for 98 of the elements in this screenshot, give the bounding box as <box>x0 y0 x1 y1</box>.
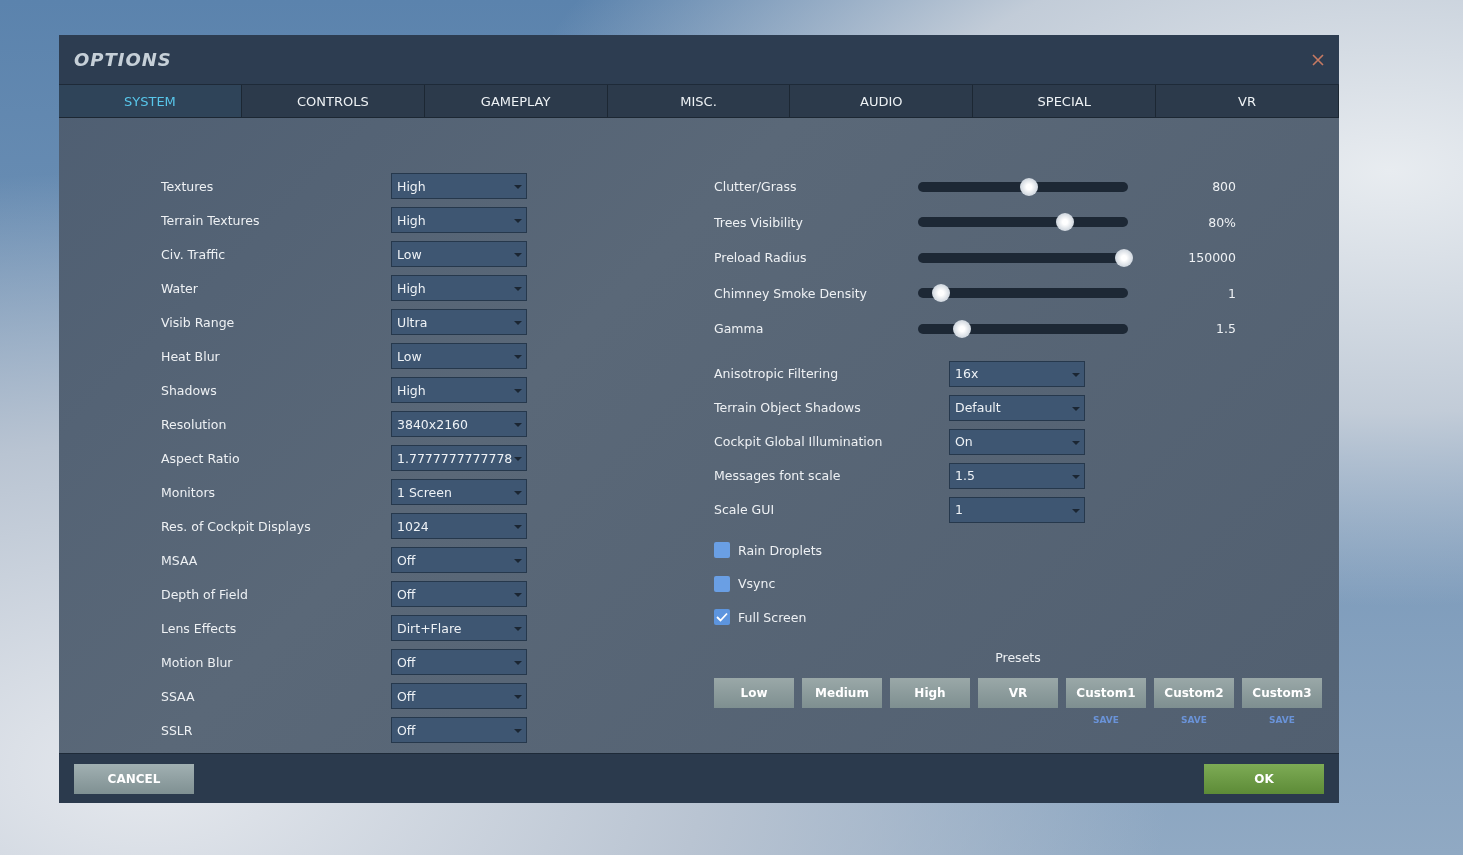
caret-icon <box>514 695 522 699</box>
dropdown[interactable]: Low <box>391 241 527 267</box>
dropdown[interactable]: On <box>949 428 1085 455</box>
dropdown[interactable]: Ultra <box>391 309 527 335</box>
caret-icon <box>1072 440 1080 445</box>
dropdown[interactable]: Off <box>391 683 527 709</box>
setting-label: Cockpit Global Illumination <box>714 434 884 449</box>
setting-label: Scale GUI <box>714 502 776 517</box>
caret-icon <box>514 253 522 257</box>
slider-thumb[interactable] <box>932 284 951 303</box>
caret-icon <box>514 423 522 427</box>
presets-heading: Presets <box>995 650 1041 665</box>
setting-label: Depth of Field <box>161 586 249 602</box>
setting-label: Shadows <box>161 382 218 398</box>
tab[interactable]: CONTROLS <box>241 85 425 118</box>
dropdown[interactable]: High <box>391 207 527 233</box>
dropdown[interactable]: High <box>391 377 527 403</box>
caret-icon <box>514 559 522 563</box>
slider-value: 80% <box>1207 214 1236 230</box>
dropdown[interactable]: 1 Screen <box>391 479 527 505</box>
caret-icon <box>1072 474 1080 479</box>
setting-label: Civ. Traffic <box>161 246 227 262</box>
dropdown[interactable]: Off <box>391 547 527 573</box>
slider-value: 1 <box>1227 285 1236 301</box>
caret-icon <box>514 185 522 189</box>
dropdown[interactable]: Off <box>391 581 527 607</box>
setting-label: Gamma <box>714 321 765 337</box>
slider-value: 800 <box>1211 179 1236 195</box>
caret-icon <box>514 321 522 325</box>
caret-icon <box>1072 406 1080 411</box>
caret-icon <box>1072 508 1080 513</box>
slider-thumb[interactable] <box>1056 213 1074 232</box>
caret-icon <box>514 287 522 291</box>
setting-label: Trees Visibility <box>714 214 804 230</box>
slider-thumb[interactable] <box>1114 248 1133 267</box>
caret-icon <box>514 525 522 529</box>
dropdown[interactable]: Default <box>949 394 1085 421</box>
dropdown[interactable]: 3840x2160 <box>391 411 527 437</box>
setting-label: Textures <box>161 178 215 194</box>
slider-value: 1.5 <box>1215 321 1236 337</box>
caret-icon <box>514 661 522 665</box>
caret-icon <box>514 627 522 631</box>
tab[interactable]: MISC. <box>607 85 791 118</box>
caret-icon <box>514 219 522 223</box>
slider-thumb[interactable] <box>1020 177 1039 196</box>
checkbox-label: Rain Droplets <box>738 542 823 558</box>
setting-label: Motion Blur <box>161 654 234 670</box>
tab[interactable]: AUDIO <box>790 85 974 118</box>
checkbox-label: Full Screen <box>738 609 807 625</box>
dropdown[interactable]: 1 <box>949 496 1085 523</box>
caret-icon <box>514 729 522 733</box>
caret-icon <box>1072 372 1080 377</box>
setting-label: Messages font scale <box>714 468 842 483</box>
setting-label: Anisotropic Filtering <box>714 366 840 381</box>
caret-icon <box>514 457 522 461</box>
setting-label: MSAA <box>161 552 199 568</box>
setting-label: Visib Range <box>161 314 236 330</box>
caret-icon <box>514 355 522 359</box>
dropdown[interactable]: Low <box>391 343 527 369</box>
slider-value: 150000 <box>1187 250 1236 266</box>
window-title: OPTIONS <box>74 49 172 70</box>
caret-icon <box>514 491 522 495</box>
close-icon[interactable] <box>1312 53 1324 66</box>
slider-thumb[interactable] <box>953 319 972 338</box>
setting-label: SSLR <box>161 722 194 738</box>
checkbox[interactable] <box>714 609 730 626</box>
dropdown[interactable]: Off <box>391 649 527 675</box>
caret-icon <box>514 593 522 597</box>
setting-label: Water <box>161 280 199 296</box>
dropdown[interactable]: High <box>391 275 527 301</box>
dropdown[interactable]: Dirt+Flare <box>391 615 527 641</box>
setting-label: Res. of Cockpit Displays <box>161 518 312 534</box>
dropdown[interactable]: 16x <box>949 360 1085 387</box>
setting-label: Terrain Textures <box>161 212 261 228</box>
setting-label: Lens Effects <box>161 620 238 636</box>
setting-label: Heat Blur <box>161 348 221 364</box>
tab[interactable]: VR <box>1156 85 1339 118</box>
dropdown[interactable]: 1024 <box>391 513 527 539</box>
setting-label: Terrain Object Shadows <box>714 400 862 415</box>
check-icon <box>716 612 728 623</box>
checkbox[interactable] <box>714 542 730 559</box>
checkbox-label: Vsync <box>738 576 776 592</box>
setting-label: Clutter/Grass <box>714 179 798 195</box>
tab[interactable]: SPECIAL <box>973 85 1157 118</box>
setting-label: Chimney Smoke Density <box>714 285 869 301</box>
dropdown[interactable]: Off <box>391 717 527 743</box>
dropdown[interactable]: High <box>391 173 527 199</box>
setting-label: SSAA <box>161 688 196 704</box>
tab[interactable]: GAMEPLAY <box>424 85 608 118</box>
setting-label: Resolution <box>161 416 228 432</box>
dropdown[interactable]: 1.5 <box>949 462 1085 489</box>
setting-label: Preload Radius <box>714 250 808 266</box>
dropdown[interactable]: 1.7777777777778 <box>391 445 527 471</box>
caret-icon <box>514 389 522 393</box>
setting-label: Aspect Ratio <box>161 450 241 466</box>
setting-label: Monitors <box>161 484 217 500</box>
checkbox[interactable] <box>714 575 730 592</box>
tab[interactable]: SYSTEM <box>59 85 242 118</box>
